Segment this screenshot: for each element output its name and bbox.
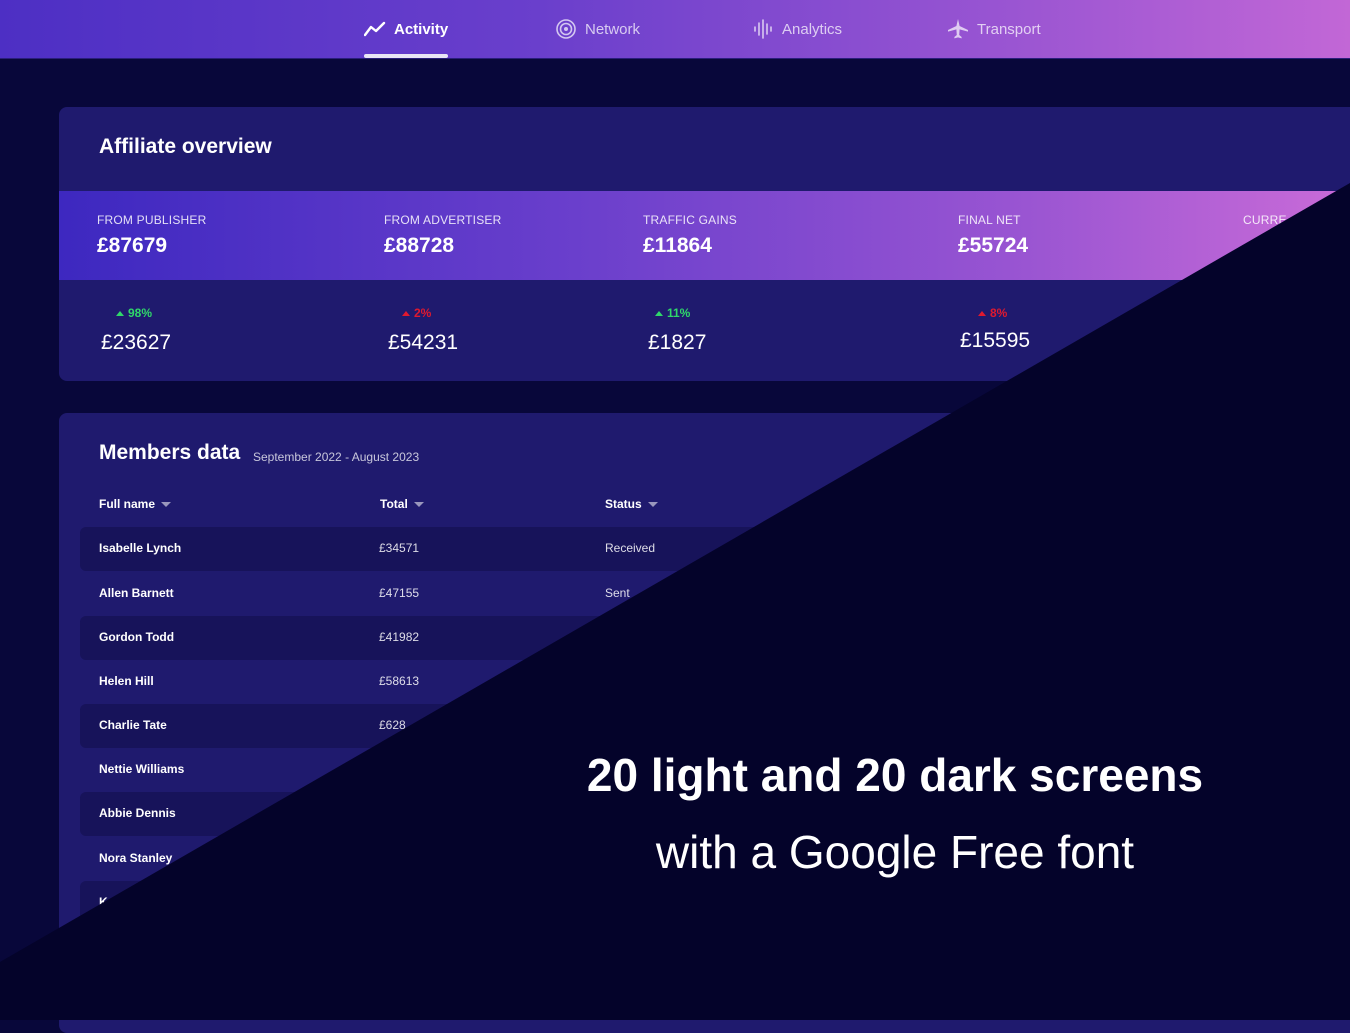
tab-network[interactable]: Network	[555, 0, 640, 58]
cell-status: Received	[605, 541, 656, 555]
cell-name: Nettie Williams	[99, 762, 185, 776]
tab-activity[interactable]: Activity	[364, 0, 449, 58]
stat-label: FROM ADVERTISER	[384, 213, 502, 227]
stat-from-advertiser: FROM ADVERTISER £88728	[384, 213, 501, 258]
delta-badge: 8%	[978, 306, 1007, 320]
cell-name: Nora Stanley	[99, 851, 173, 865]
cell-name: Abbie Dennis	[99, 806, 176, 820]
sort-caret-icon	[413, 501, 424, 507]
stat-value: £55724	[958, 234, 1029, 257]
cell-status: Sent	[605, 586, 630, 600]
stat-label: FINAL NET	[958, 213, 1021, 227]
sub-value: £54231	[388, 331, 459, 354]
column-label: Total	[380, 497, 408, 511]
tab-label: Transport	[977, 20, 1041, 38]
cell-total: £58613	[379, 674, 420, 688]
column-header-full-name[interactable]: Full name	[99, 497, 172, 511]
delta-value: 8%	[990, 306, 1008, 320]
promo-headline: 20 light and 20 dark screens	[586, 749, 1204, 801]
tab-label: Analytics	[782, 20, 843, 38]
tab-transport[interactable]: Transport	[947, 0, 1041, 58]
column-label: Full name	[99, 497, 156, 511]
delta-value: 98%	[128, 306, 153, 320]
sound-wave-icon	[752, 18, 774, 40]
cell-total: £34571	[379, 541, 420, 555]
cell-total: £47155	[379, 586, 420, 600]
members-data-title: Members data	[99, 441, 241, 464]
broadcast-icon	[555, 18, 577, 40]
delta-value: 2%	[414, 306, 432, 320]
sub-value: £1827	[648, 331, 707, 354]
delta-badge: 11%	[655, 306, 690, 320]
column-label: Status	[605, 497, 642, 511]
active-tab-indicator	[364, 54, 449, 58]
cell-name: Allen Barnett	[99, 586, 174, 600]
tab-label: Activity	[394, 20, 449, 38]
stat-label: TRAFFIC GAINS	[643, 213, 737, 227]
delta-badge: 98%	[116, 306, 152, 320]
column-header-status[interactable]: Status	[605, 497, 658, 511]
stat-value: £87679	[97, 234, 168, 257]
cell-total: £628	[379, 718, 406, 732]
stat-final-net: FINAL NET £55724	[958, 213, 1028, 258]
airplane-icon	[947, 18, 969, 40]
stat-value: £88728	[384, 234, 455, 257]
stats-band: FROM PUBLISHER £87679 FROM ADVERTISER £8…	[59, 191, 1350, 280]
stat-label: FROM PUBLISHER	[97, 213, 207, 227]
stat-from-publisher: FROM PUBLISHER £87679	[97, 213, 206, 258]
date-range: September 2022 - August 2023	[253, 450, 420, 464]
cell-name: Helen Hill	[99, 674, 154, 688]
trend-line-icon	[364, 18, 386, 40]
sort-caret-icon	[647, 501, 658, 507]
delta-badge: 2%	[402, 306, 431, 320]
cell-name: Gordon Todd	[99, 630, 175, 644]
arrow-up-icon	[116, 310, 124, 316]
tab-label: Network	[585, 20, 641, 38]
affiliate-overview-title: Affiliate overview	[99, 135, 272, 158]
stat-value: £11864	[643, 234, 712, 257]
arrow-up-icon	[978, 310, 986, 316]
cell-name: Charlie Tate	[99, 718, 167, 732]
sub-value: £23627	[101, 331, 172, 354]
cell-total: £41982	[379, 630, 420, 644]
promo-subheadline: with a Google Free font	[655, 826, 1135, 878]
column-header-total[interactable]: Total	[380, 497, 424, 511]
arrow-up-icon	[655, 310, 663, 316]
tab-analytics[interactable]: Analytics	[752, 0, 842, 58]
delta-value: 11%	[667, 306, 691, 320]
sub-value: £15595	[960, 329, 1031, 352]
top-navigation: Activity Network Analytics Transport	[0, 0, 1350, 59]
arrow-up-icon	[402, 310, 410, 316]
cell-name: Isabelle Lynch	[99, 541, 182, 555]
stat-traffic-gains: TRAFFIC GAINS £11864	[643, 213, 737, 258]
sort-caret-icon	[161, 501, 172, 507]
